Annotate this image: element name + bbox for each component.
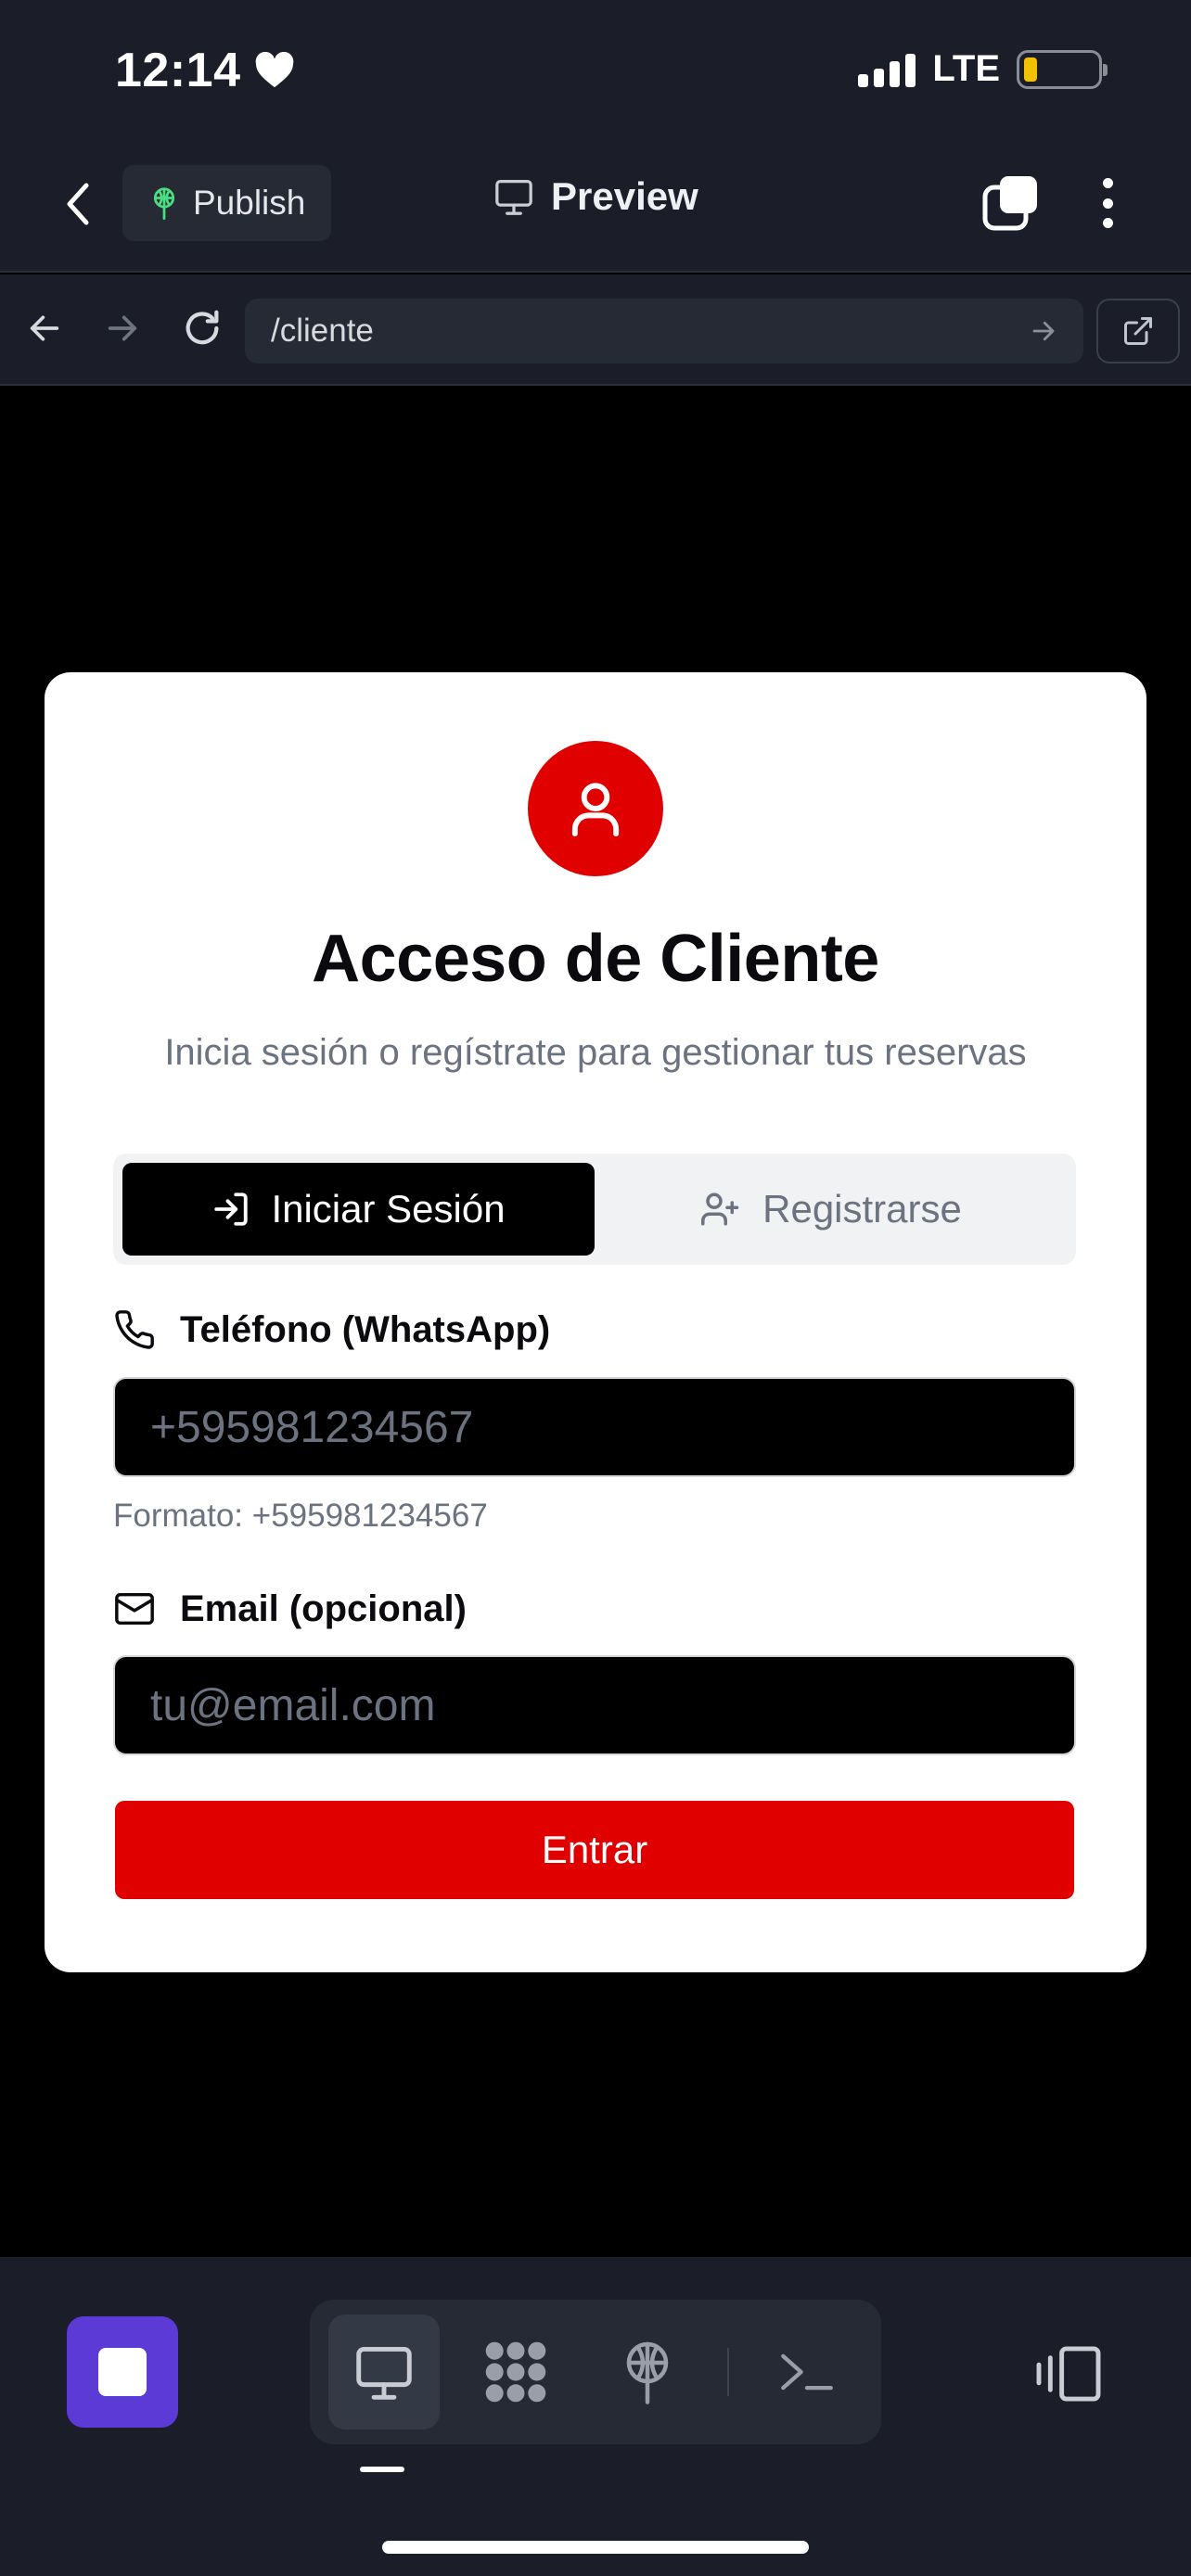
network-type: LTE [932,48,1000,89]
browser-forward-button[interactable] [96,302,148,354]
tab-login-label: Iniciar Sesión [271,1187,506,1231]
open-external-button[interactable] [1096,299,1180,363]
phone-format-hint: Formato: +595981234567 [113,1498,488,1534]
preview-title: Preview [493,174,698,219]
dock-tabs [310,2300,881,2444]
dock-console-button[interactable] [751,2315,863,2429]
status-bar: 12:14 LTE [0,0,1191,139]
mail-icon [115,1592,154,1626]
tab-register-label: Registrarse [762,1187,962,1231]
heart-icon [255,52,293,88]
arrow-left-icon [30,315,59,341]
device-toggle-button[interactable] [1031,2337,1106,2411]
grid-dots-icon [485,2341,546,2403]
more-vertical-icon[interactable] [1089,172,1126,234]
stop-icon [98,2348,147,2396]
phone-label: Teléfono (WhatsApp) [113,1308,550,1351]
avatar [528,741,663,876]
tabs-button[interactable] [981,174,1039,232]
tab-register[interactable]: Registrarse [595,1163,1067,1256]
preview-label: Preview [551,174,698,218]
status-indicators: LTE [858,48,1108,90]
url-text: /cliente [271,312,374,349]
page-title: Acceso de Cliente [312,922,879,996]
antenna-icon [153,187,175,220]
go-arrow-icon[interactable] [1030,317,1057,345]
page-subtitle: Inicia sesión o regístrate para gestiona… [164,1032,1027,1073]
stop-button[interactable] [67,2316,178,2428]
antenna-icon [626,2341,669,2404]
monitor-icon [356,2347,412,2400]
app-toolbar: Publish Preview [0,139,1191,273]
home-indicator [382,2541,809,2554]
phone-label-text: Teléfono (WhatsApp) [180,1308,551,1350]
browser-bar: /cliente [0,274,1191,386]
tabs-icon [982,176,1037,231]
email-label: Email (opcional) [113,1588,467,1630]
bottom-dock [0,2257,1191,2576]
back-button[interactable] [56,176,100,232]
tab-login[interactable]: Iniciar Sesión [122,1163,595,1256]
url-field[interactable]: /cliente [245,299,1083,363]
email-label-text: Email (opcional) [180,1588,467,1629]
dock-divider [727,2348,729,2396]
reload-icon [186,310,219,345]
publish-button[interactable]: Publish [122,165,332,241]
email-input[interactable] [113,1655,1076,1755]
auth-mode-tabs: Iniciar Sesión Registrarse [113,1154,1076,1265]
arrow-right-icon [108,315,137,341]
dock-apps-button[interactable] [460,2315,571,2429]
dock-preview-button[interactable] [328,2315,440,2429]
device-toggle-icon [1036,2346,1101,2402]
signal-bars-icon [858,52,916,87]
battery-icon [1017,49,1108,89]
browser-back-button[interactable] [19,302,70,354]
user-plus-icon [701,1192,739,1226]
status-clock: 12:14 [115,43,295,98]
phone-icon [115,1310,154,1349]
publish-label: Publish [193,184,306,222]
clock-time: 12:14 [115,44,241,97]
external-link-icon [1124,317,1152,345]
chevron-left-icon [67,183,89,225]
log-in-icon [214,1192,249,1226]
login-card: Acceso de Cliente Inicia sesión o regíst… [45,672,1146,1972]
user-icon [571,783,620,837]
active-tab-indicator [360,2467,404,2472]
monitor-icon [495,180,532,215]
phone-input[interactable] [113,1377,1076,1477]
reload-button[interactable] [176,302,228,354]
dock-publish-button[interactable] [592,2315,703,2429]
submit-button[interactable]: Entrar [115,1801,1074,1899]
terminal-icon [781,2353,833,2391]
